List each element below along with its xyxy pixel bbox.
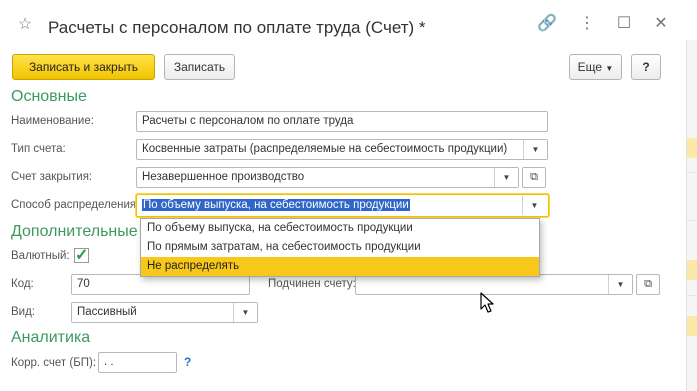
- open-copy-icon[interactable]: ⧉: [522, 167, 546, 188]
- distribution-value: По объему выпуска, на себестоимость прод…: [142, 199, 410, 211]
- distribution-label: Способ распределения:: [11, 199, 140, 211]
- name-input[interactable]: Расчеты с персоналом по оплате труда: [136, 111, 548, 132]
- background-row-highlight: [687, 138, 697, 158]
- mouse-cursor-icon: [480, 292, 494, 313]
- corr-account-input[interactable]: . .: [98, 352, 177, 373]
- code-label: Код:: [11, 278, 34, 290]
- account-type-dropdown-icon[interactable]: ▼: [523, 140, 547, 159]
- parent-open-icon[interactable]: ⧉: [636, 274, 660, 295]
- closing-account-value: Незавершенное производство: [142, 171, 305, 183]
- closing-account-dropdown-icon[interactable]: ▼: [494, 168, 518, 187]
- corr-account-label: Корр. счет (БП):: [11, 357, 97, 369]
- dropdown-option[interactable]: По прямым затратам, на себестоимость про…: [141, 238, 539, 257]
- link-icon[interactable]: 🔗: [536, 13, 558, 35]
- chevron-down-icon: ▼: [605, 64, 614, 73]
- save-and-close-button[interactable]: Записать и закрыть: [12, 54, 155, 80]
- currency-checkbox[interactable]: ✓: [74, 247, 89, 264]
- account-type-label: Тип счета:: [11, 143, 66, 155]
- dropdown-option-highlighted[interactable]: Не распределять: [141, 257, 539, 276]
- more-button-label: Еще: [577, 60, 603, 74]
- background-row-divider: [687, 295, 697, 296]
- background-list-strip: [686, 40, 697, 391]
- background-row-divider: [687, 220, 697, 221]
- currency-label: Валютный:: [11, 250, 70, 262]
- window-title: Расчеты с персоналом по оплате труда (Сч…: [48, 18, 426, 37]
- kind-select[interactable]: Пассивный: [71, 302, 258, 323]
- parent-account-label: Подчинен счету:: [268, 278, 356, 290]
- closing-account-label: Счет закрытия:: [11, 171, 93, 183]
- save-button[interactable]: Записать: [164, 54, 235, 80]
- more-vertical-icon[interactable]: ⋮: [576, 13, 598, 35]
- background-row-divider: [687, 172, 697, 173]
- more-button[interactable]: Еще ▼: [569, 54, 622, 80]
- code-input[interactable]: 70: [71, 274, 250, 295]
- kind-dropdown-icon[interactable]: ▼: [233, 303, 257, 322]
- maximize-icon[interactable]: ☐: [613, 13, 635, 35]
- background-row-highlight: [687, 260, 697, 280]
- distribution-dropdown-icon[interactable]: ▼: [522, 196, 546, 215]
- kind-label: Вид:: [11, 306, 35, 318]
- close-icon[interactable]: ✕: [650, 13, 672, 35]
- section-additional-title: Дополнительные: [11, 223, 138, 240]
- closing-account-select[interactable]: Незавершенное производство: [136, 167, 519, 188]
- corr-account-help-link[interactable]: ?: [184, 355, 191, 369]
- distribution-select[interactable]: По объему выпуска, на себестоимость прод…: [136, 194, 549, 217]
- account-type-value: Косвенные затраты (распределяемые на себ…: [142, 143, 508, 155]
- parent-account-dropdown-icon[interactable]: ▼: [608, 275, 632, 294]
- help-button[interactable]: ?: [631, 54, 661, 80]
- section-analytics-title: Аналитика: [11, 329, 91, 346]
- name-label: Наименование:: [11, 115, 94, 127]
- star-icon[interactable]: ☆: [14, 14, 36, 36]
- kind-value: Пассивный: [77, 306, 137, 318]
- checkmark-icon: ✓: [75, 247, 89, 264]
- section-main-title: Основные: [11, 88, 87, 105]
- background-row-highlight: [687, 316, 697, 336]
- account-type-select[interactable]: Косвенные затраты (распределяемые на себ…: [136, 139, 548, 160]
- dropdown-option[interactable]: По объему выпуска, на себестоимость прод…: [141, 219, 539, 238]
- distribution-dropdown-list: По объему выпуска, на себестоимость прод…: [140, 218, 540, 277]
